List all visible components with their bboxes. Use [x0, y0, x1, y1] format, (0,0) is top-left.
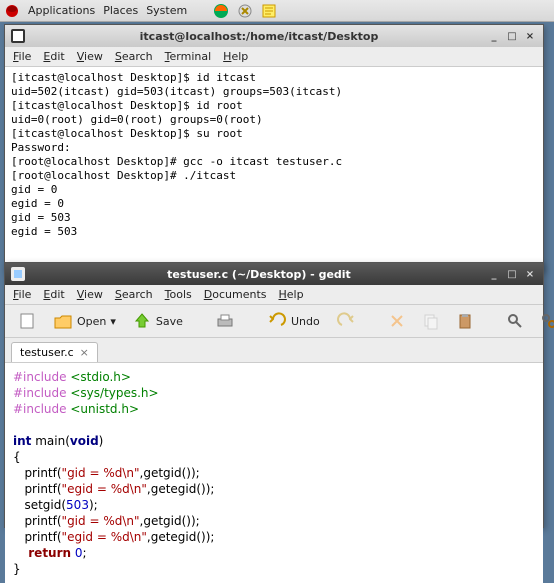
gedit-tabbar: testuser.c × [5, 338, 543, 363]
code: setgid( [13, 498, 66, 512]
code: <sys/types.h> [70, 386, 158, 400]
code: main( [31, 434, 69, 448]
terminal-output[interactable]: [itcast@localhost Desktop]$ id itcast ui… [5, 67, 543, 243]
close-icon[interactable]: × [80, 346, 89, 359]
copy-button[interactable] [418, 310, 444, 332]
terminal-titlebar[interactable]: itcast@localhost:/home/itcast/Desktop _ … [5, 25, 543, 47]
gedit-window: testuser.c (~/Desktop) - gedit _ □ × Fil… [4, 262, 544, 528]
gedit-menubar: File Edit View Search Tools Documents He… [5, 285, 543, 305]
tool-icon[interactable] [237, 3, 253, 19]
panel-menu-places[interactable]: Places [103, 4, 138, 17]
redhat-icon[interactable] [4, 3, 20, 19]
maximize-button[interactable]: □ [505, 29, 519, 43]
code: #include [13, 370, 70, 384]
code: printf( [13, 530, 62, 544]
notes-icon[interactable] [261, 3, 277, 19]
tab-testuser[interactable]: testuser.c × [11, 342, 98, 362]
undo-button[interactable]: Undo [263, 309, 324, 333]
code: ,getegid()); [147, 482, 215, 496]
code: printf( [13, 466, 62, 480]
menu-search[interactable]: Search [115, 288, 153, 301]
code: "gid = %d\n" [62, 514, 140, 528]
code: int [13, 434, 31, 448]
find-button[interactable] [502, 310, 528, 332]
menu-file[interactable]: File [13, 50, 31, 63]
menu-edit[interactable]: Edit [43, 288, 64, 301]
gedit-icon [11, 267, 25, 281]
open-label: Open [77, 315, 106, 328]
tab-label: testuser.c [20, 346, 74, 359]
gedit-titlebar[interactable]: testuser.c (~/Desktop) - gedit _ □ × [5, 263, 543, 285]
cut-button[interactable] [384, 310, 410, 332]
code: return [28, 546, 71, 560]
undo-label: Undo [291, 315, 320, 328]
code: ,getegid()); [147, 530, 215, 544]
menu-edit[interactable]: Edit [43, 50, 64, 63]
code: printf( [13, 482, 62, 496]
code: printf( [13, 514, 62, 528]
save-label: Save [156, 315, 183, 328]
code: ,getgid()); [140, 514, 200, 528]
code: "gid = %d\n" [62, 466, 140, 480]
close-button[interactable]: × [523, 267, 537, 281]
terminal-icon [11, 29, 25, 43]
menu-file[interactable]: File [13, 288, 31, 301]
menu-help[interactable]: Help [279, 288, 304, 301]
replace-button[interactable] [536, 310, 554, 332]
code: ) [99, 434, 104, 448]
terminal-title: itcast@localhost:/home/itcast/Desktop [31, 30, 487, 43]
new-button[interactable] [13, 309, 41, 333]
panel-menu-system[interactable]: System [146, 4, 187, 17]
menu-tools[interactable]: Tools [165, 288, 192, 301]
terminal-menubar: File Edit View Search Terminal Help [5, 47, 543, 67]
minimize-button[interactable]: _ [487, 267, 501, 281]
panel-menu-applications[interactable]: Applications [28, 4, 95, 17]
code: ; [83, 546, 87, 560]
code: <unistd.h> [70, 402, 139, 416]
menu-documents[interactable]: Documents [204, 288, 267, 301]
paste-button[interactable] [452, 310, 478, 332]
gedit-title: testuser.c (~/Desktop) - gedit [31, 268, 487, 281]
menu-terminal[interactable]: Terminal [165, 50, 212, 63]
redo-button[interactable] [332, 309, 360, 333]
close-button[interactable]: × [523, 29, 537, 43]
open-button[interactable]: Open ▾ [49, 309, 120, 333]
editor-area[interactable]: #include <stdio.h> #include <sys/types.h… [5, 363, 543, 583]
print-button[interactable] [211, 309, 239, 333]
code: ,getgid()); [140, 466, 200, 480]
code: <stdio.h> [70, 370, 131, 384]
firefox-icon[interactable] [213, 3, 229, 19]
menu-view[interactable]: View [77, 288, 103, 301]
top-panel: Applications Places System [0, 0, 554, 22]
code: #include [13, 402, 70, 416]
code: "egid = %d\n" [62, 482, 147, 496]
code [13, 546, 28, 560]
minimize-button[interactable]: _ [487, 29, 501, 43]
code: 0 [75, 546, 83, 560]
code: 503 [66, 498, 89, 512]
menu-view[interactable]: View [77, 50, 103, 63]
code: ); [89, 498, 98, 512]
menu-help[interactable]: Help [223, 50, 248, 63]
terminal-window: itcast@localhost:/home/itcast/Desktop _ … [4, 24, 544, 272]
save-button[interactable]: Save [128, 309, 187, 333]
chevron-down-icon: ▾ [110, 315, 116, 328]
code: { [13, 449, 535, 465]
code: #include [13, 386, 70, 400]
code: } [13, 561, 535, 577]
menu-search[interactable]: Search [115, 50, 153, 63]
code: "egid = %d\n" [62, 530, 147, 544]
maximize-button[interactable]: □ [505, 267, 519, 281]
code: void [70, 434, 99, 448]
gedit-toolbar: Open ▾ Save Undo [5, 305, 543, 338]
